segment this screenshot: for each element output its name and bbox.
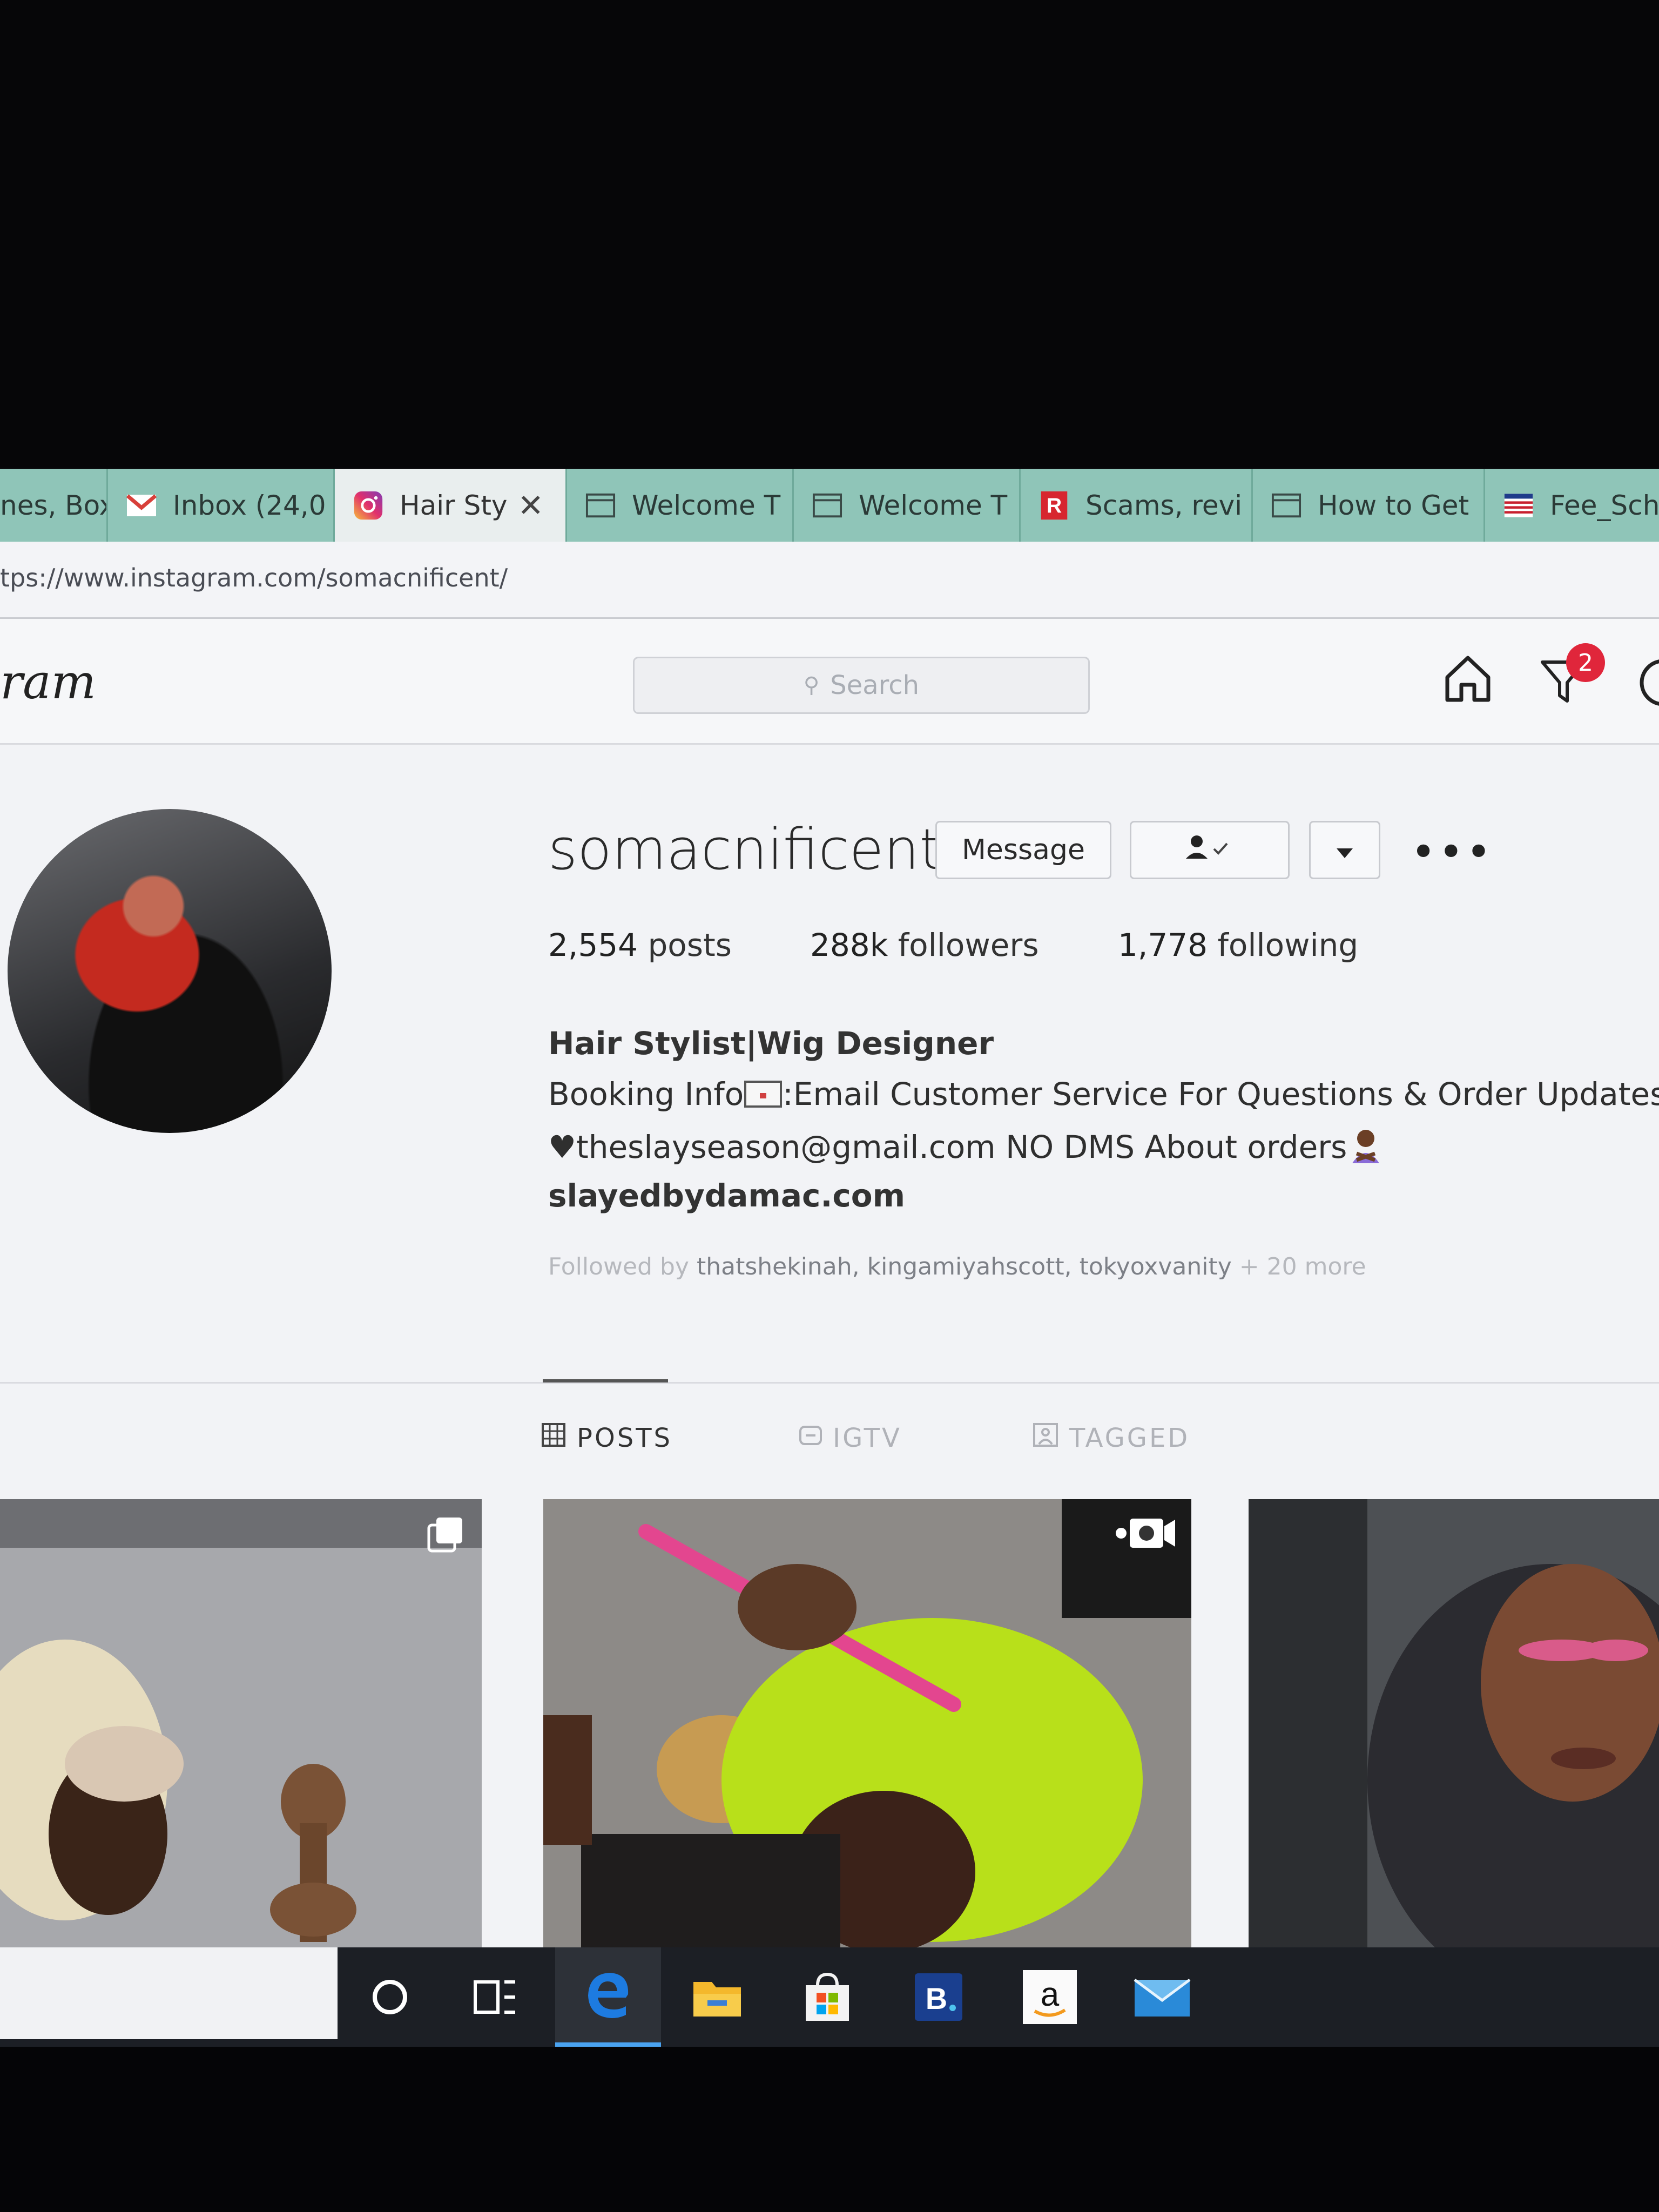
message-button[interactable]: Message [935, 821, 1111, 879]
tab-label: Welcome T [859, 489, 1008, 521]
tab-label: How to Get [1318, 489, 1469, 521]
svg-text:B: B [926, 1981, 947, 2015]
profile-avatar[interactable] [8, 809, 332, 1133]
bio-title: Hair Stylist|Wig Designer [548, 1025, 994, 1062]
following-stat[interactable]: 1,778 following [1118, 927, 1358, 963]
followers-stat[interactable]: 288k followers [810, 927, 1039, 963]
tab-label: nes, Box [0, 489, 108, 521]
taskbar-search-area[interactable] [0, 1947, 338, 2039]
windows-taskbar: B a [0, 1947, 1659, 2047]
page-icon [585, 490, 616, 521]
search-input[interactable]: ⚲ Search [633, 657, 1090, 714]
posts-count: 2,554 [548, 927, 638, 963]
tab-tagged-label: TAGGED [1069, 1423, 1190, 1453]
instagram-header: ram ⚲ Search 2 [0, 619, 1659, 745]
followers-count: 288k [810, 927, 888, 963]
instagram-icon [353, 490, 383, 521]
active-tab-indicator [543, 1379, 668, 1382]
tab-welcome-1[interactable]: Welcome T [567, 469, 794, 542]
suggestions-dropdown-button[interactable] [1309, 821, 1380, 879]
tab-label: Fee_Sch [1550, 489, 1659, 521]
tab-posts-label: POSTS [577, 1423, 672, 1453]
tagged-icon [1033, 1422, 1058, 1454]
tab-label: Inbox (24,0 [173, 489, 326, 521]
video-camera-icon [1115, 1515, 1177, 1553]
file-explorer-icon[interactable] [664, 1947, 770, 2047]
tab-gmail-inbox[interactable]: Inbox (24,0 [108, 469, 335, 542]
explore-icon[interactable] [1636, 656, 1659, 712]
profile-tabs-divider [0, 1382, 1659, 1384]
post-thumbnail[interactable] [1249, 1499, 1659, 1947]
dark-background-bottom [0, 2047, 1659, 2212]
grid-icon [541, 1422, 566, 1454]
page-icon [1271, 490, 1301, 521]
followed-by-line[interactable]: Followed by thatshekinah, kingamiyahscot… [548, 1253, 1366, 1280]
dark-background-top [0, 0, 1659, 467]
igtv-icon [798, 1422, 823, 1454]
followed-by-more: + 20 more [1239, 1253, 1366, 1280]
home-icon[interactable] [1441, 651, 1495, 707]
tab-label: Hair Sty [400, 489, 508, 521]
url-text[interactable]: tps://www.instagram.com/somacnificent/ [0, 563, 508, 592]
address-bar[interactable]: tps://www.instagram.com/somacnificent/ [0, 542, 1659, 619]
tab-partial[interactable]: nes, Box [0, 469, 108, 542]
notification-badge: 2 [1566, 643, 1605, 682]
post-thumbnail[interactable] [0, 1499, 482, 1947]
edge-icon[interactable] [555, 1947, 661, 2047]
following-count: 1,778 [1118, 927, 1208, 963]
bio-booking-suffix: :Email Customer Service For Questions & … [783, 1076, 1659, 1112]
browser-tab-bar: nes, Box Inbox (24,0 Hair Sty ✕ Welcome … [0, 469, 1659, 542]
instagram-page: ram ⚲ Search 2 somacnificent Message •••… [0, 619, 1659, 1947]
svg-text:R: R [1047, 494, 1062, 517]
search-placeholder: Search [830, 670, 920, 700]
tab-fee-schedule[interactable]: Fee_Sch [1485, 469, 1659, 542]
followers-label: followers [898, 927, 1039, 963]
post-thumbnail[interactable] [543, 1499, 1191, 1947]
tab-igtv[interactable]: IGTV [798, 1422, 902, 1454]
gmail-icon [126, 490, 157, 521]
tab-label: Scams, revi [1085, 489, 1243, 521]
tab-welcome-2[interactable]: Welcome T [794, 469, 1021, 542]
tab-instagram[interactable]: Hair Sty ✕ [335, 469, 567, 542]
mail-icon[interactable] [1109, 1947, 1215, 2047]
tab-posts[interactable]: POSTS [541, 1422, 672, 1454]
posts-label: posts [648, 927, 732, 963]
tab-scams[interactable]: R Scams, revi [1021, 469, 1253, 542]
posts-stat: 2,554 posts [548, 927, 732, 963]
multiple-photos-icon [427, 1515, 464, 1555]
tab-igtv-label: IGTV [833, 1423, 902, 1453]
following-label: following [1217, 927, 1359, 963]
person-gesturing-no-emoji-icon [1347, 1129, 1385, 1165]
tab-tagged[interactable]: TAGGED [1033, 1422, 1190, 1454]
caret-down-icon [1336, 834, 1354, 866]
profile-username: somacnificent [548, 817, 942, 882]
svg-text:a: a [1041, 1976, 1060, 2013]
instagram-logo[interactable]: ram [0, 654, 96, 710]
close-tab-icon[interactable]: ✕ [517, 487, 544, 524]
user-check-icon [1184, 833, 1236, 868]
booking-icon[interactable]: B [886, 1947, 992, 2047]
cortana-icon[interactable] [337, 1947, 443, 2047]
tab-how-to-get[interactable]: How to Get [1253, 469, 1485, 542]
followed-by-names: thatshekinah, kingamiyahscott, tokyoxvan… [696, 1253, 1232, 1280]
bio-booking-prefix: Booking Info [548, 1076, 744, 1112]
task-view-icon[interactable] [443, 1947, 549, 2047]
flag-icon [1503, 490, 1534, 521]
page-icon [812, 490, 842, 521]
tab-label: Welcome T [632, 489, 781, 521]
amazon-icon[interactable]: a [997, 1947, 1103, 2047]
store-icon[interactable] [774, 1947, 880, 2047]
bio-booking-line: Booking Info :Email Customer Service For … [548, 1076, 1659, 1112]
ripoff-report-icon: R [1039, 490, 1069, 521]
bio-email-line: ♥theslayseason@gmail.com NO DMS About or… [548, 1127, 1385, 1165]
bio-email-text: ♥theslayseason@gmail.com NO DMS About or… [548, 1129, 1347, 1165]
following-button[interactable] [1130, 821, 1290, 879]
envelope-icon [744, 1076, 783, 1112]
search-icon: ⚲ [803, 673, 820, 698]
more-options-icon[interactable]: ••• [1411, 827, 1494, 877]
bio-website-link[interactable]: slayedbydamac.com [548, 1177, 905, 1214]
followed-by-prefix: Followed by [548, 1253, 689, 1280]
